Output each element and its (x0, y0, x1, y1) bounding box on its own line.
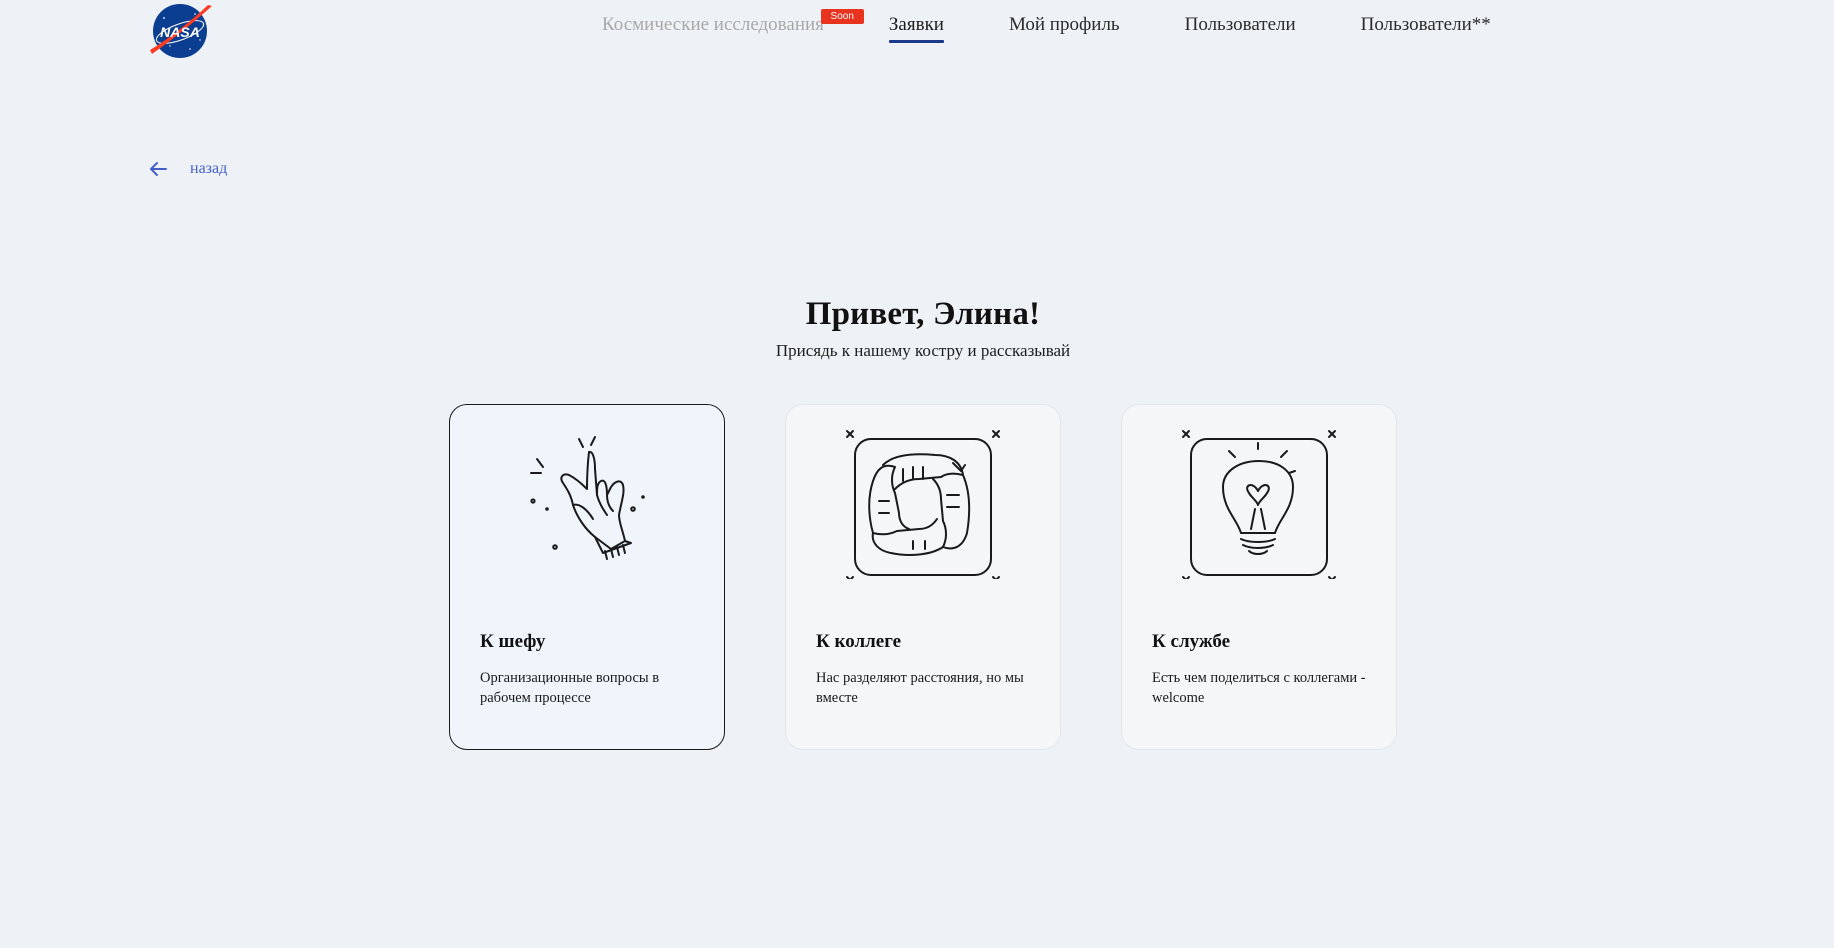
nav-item-label: Космические исследования (602, 14, 824, 35)
request-type-cards: К шефу Организационные вопросы в рабочем… (449, 404, 1397, 750)
soon-badge: Soon (820, 9, 864, 24)
arrow-left-icon (150, 162, 167, 176)
card-title: К службе (1152, 631, 1231, 652)
nav-item-label: Пользователи (1184, 14, 1296, 35)
card-description: Нас разделяют расстояния, но мы вместе (816, 670, 1024, 706)
nav-item-space-research[interactable]: Космические исследования Soon (602, 9, 864, 39)
nav-item-users[interactable]: Пользователи (1185, 14, 1296, 39)
card-to-colleague[interactable]: К коллеге Нас разделяют расстояния, но м… (785, 404, 1061, 750)
nav-item-requests[interactable]: Заявки (888, 14, 945, 43)
card-title: К коллеге (816, 631, 902, 652)
rock-hand-icon (530, 436, 645, 560)
nasa-logo[interactable]: NASA (150, 2, 214, 60)
page-subtitle: Присядь к нашему костру и рассказывай (775, 341, 1071, 360)
greeting-block: Привет, Элина! Присядь к нашему костру и… (0, 296, 1834, 361)
card-to-chief[interactable]: К шефу Организационные вопросы в рабочем… (449, 404, 725, 750)
top-header: NASA Космические исследования Soon Заявк… (0, 0, 1834, 58)
main-nav: Космические исследования Soon Заявки Мой… (602, 9, 1491, 43)
lightbulb-icon (1182, 430, 1336, 579)
card-description: Есть чем поделиться с коллегами - welcom… (1152, 670, 1366, 706)
teamwork-hands-icon (846, 430, 1000, 579)
card-to-service[interactable]: К службе Есть чем поделиться с коллегами… (1121, 404, 1397, 750)
card-title: К шефу (480, 631, 546, 652)
svg-text:NASA: NASA (160, 24, 200, 40)
card-description: Организационные вопросы в рабочем процес… (480, 670, 660, 706)
back-link[interactable]: назад (148, 160, 227, 178)
page-title: Привет, Элина! (805, 296, 1041, 332)
nav-item-label: Заявки (888, 14, 944, 35)
nav-item-my-profile[interactable]: Мой профиль (1009, 14, 1120, 39)
back-link-label: назад (190, 160, 228, 177)
nav-item-label: Мой профиль (1008, 14, 1120, 35)
nav-item-label: Пользователи** (1360, 14, 1491, 35)
nav-item-users-extra[interactable]: Пользователи** (1361, 14, 1491, 39)
